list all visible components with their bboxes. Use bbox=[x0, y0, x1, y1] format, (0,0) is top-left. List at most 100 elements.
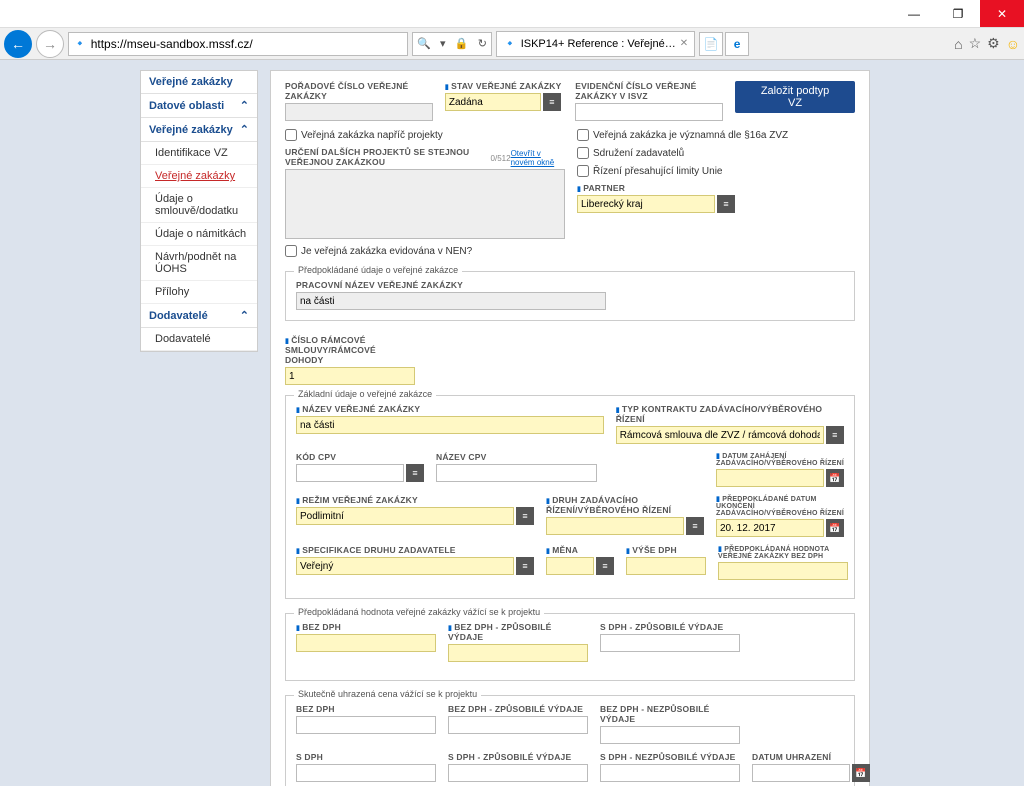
close-tab-icon[interactable]: ✕ bbox=[680, 38, 688, 49]
label-spec: SPECIFIKACE DRUHU ZADAVATELE bbox=[296, 545, 534, 555]
input-nazev-cpv[interactable] bbox=[436, 464, 597, 482]
chk-vyznamna[interactable] bbox=[577, 129, 589, 141]
label-sdph-nezp: S DPH - NEZPŮSOBILÉ VÝDAJE bbox=[600, 752, 740, 762]
sidebar-section-datove[interactable]: Datové oblasti⌃ bbox=[141, 94, 257, 118]
input-bezdph-zp[interactable] bbox=[448, 644, 588, 662]
lookup-typ-button[interactable]: ≡ bbox=[826, 426, 844, 444]
input-stav[interactable] bbox=[445, 93, 541, 111]
label-sdph: S DPH bbox=[296, 752, 436, 762]
label-partner: PARTNER bbox=[577, 183, 737, 193]
lookup-mena-button[interactable]: ≡ bbox=[596, 557, 614, 575]
input-vyse-dph[interactable] bbox=[626, 557, 706, 575]
lookup-stav-button[interactable]: ≡ bbox=[543, 93, 561, 111]
maximize-button[interactable]: ❐ bbox=[936, 0, 980, 27]
back-button[interactable]: ← bbox=[4, 30, 32, 58]
input-bezdph-nezp[interactable] bbox=[600, 726, 740, 744]
legend-predpoklad: Předpokládané údaje o veřejné zakázce bbox=[294, 265, 462, 275]
edge-button[interactable]: e bbox=[725, 32, 749, 56]
counter-urceni: 0/512 bbox=[491, 154, 511, 163]
input-bezdph[interactable] bbox=[296, 634, 436, 652]
legend-skutecne: Skutečně uhrazená cena vážící se k proje… bbox=[294, 689, 481, 699]
textarea-urceni[interactable] bbox=[285, 169, 565, 239]
input-bezdph2[interactable] bbox=[296, 716, 436, 734]
input-predp-datum[interactable] bbox=[716, 519, 824, 537]
input-kod-cpv[interactable] bbox=[296, 464, 404, 482]
legend-zakladni: Základní údaje o veřejné zakázce bbox=[294, 389, 436, 399]
chevron-up-icon: ⌃ bbox=[240, 99, 249, 112]
cal-predp-button[interactable]: 📅 bbox=[826, 519, 844, 537]
sidebar-item-identifikace[interactable]: Identifikace VZ bbox=[141, 142, 257, 165]
input-predp-hodnota[interactable] bbox=[718, 562, 848, 580]
fieldset-predpoklad: Předpokládané údaje o veřejné zakázce PR… bbox=[285, 271, 855, 321]
input-sdph-zp[interactable] bbox=[600, 634, 740, 652]
label-nazev-vz: NÁZEV VEŘEJNÉ ZAKÁZKY bbox=[296, 404, 604, 414]
input-ramc[interactable] bbox=[285, 367, 415, 385]
chk-nen[interactable] bbox=[285, 245, 297, 257]
input-partner[interactable] bbox=[577, 195, 715, 213]
input-poradove[interactable] bbox=[285, 103, 433, 121]
sidebar-item-verejne-zakazky[interactable]: Veřejné zakázky bbox=[141, 165, 257, 188]
main-content: POŘADOVÉ ČÍSLO VEŘEJNÉ ZAKÁZKY STAV VEŘE… bbox=[260, 60, 1024, 786]
sidebar-section-vz[interactable]: Veřejné zakázky bbox=[141, 71, 257, 94]
lookup-spec-button[interactable]: ≡ bbox=[516, 557, 534, 575]
forward-button[interactable]: → bbox=[36, 30, 64, 58]
input-datum-uhr[interactable] bbox=[752, 764, 850, 782]
chevron-up-icon: ⌃ bbox=[240, 123, 249, 136]
chk-napric[interactable] bbox=[285, 129, 297, 141]
star-icon[interactable]: ☆ bbox=[969, 35, 982, 52]
label-bezdph-nezp: BEZ DPH - NEZPŮSOBILÉ VÝDAJE bbox=[600, 704, 740, 724]
input-evid[interactable] bbox=[575, 103, 723, 121]
lookup-cpv-button[interactable]: ≡ bbox=[406, 464, 424, 482]
input-bezdph-zp2[interactable] bbox=[448, 716, 588, 734]
input-druh[interactable] bbox=[546, 517, 684, 535]
sidebar-item-dodavatele[interactable]: Dodavatelé bbox=[141, 328, 257, 351]
smile-icon[interactable]: ☺ bbox=[1006, 36, 1020, 52]
lock-icon: 🔒 bbox=[455, 37, 469, 50]
sidebar-item-namitky[interactable]: Údaje o námitkách bbox=[141, 223, 257, 246]
input-nazev-vz[interactable] bbox=[296, 416, 604, 434]
toolbar-right-icons: ⌂ ☆ ⚙ ☺ bbox=[954, 35, 1020, 52]
gear-icon[interactable]: ⚙ bbox=[987, 35, 1000, 52]
input-datum-zah[interactable] bbox=[716, 469, 824, 487]
browser-tab[interactable]: 🔹 ISKP14+ Reference : Veřejné… ✕ bbox=[496, 31, 695, 57]
lookup-rezim-button[interactable]: ≡ bbox=[516, 507, 534, 525]
label-kod-cpv: KÓD CPV bbox=[296, 452, 424, 462]
chk-sdruzeni[interactable] bbox=[577, 147, 589, 159]
search-box[interactable]: 🔍 ▾ 🔒 ↻ bbox=[412, 32, 492, 56]
lookup-druh-button[interactable]: ≡ bbox=[686, 517, 704, 535]
sidebar-item-uohs[interactable]: Návrh/podnět na ÚOHS bbox=[141, 246, 257, 281]
label-predp-hodnota: PŘEDPOKLÁDANÁ HODNOTA VEŘEJNÉ ZAKÁZKY BE… bbox=[718, 545, 848, 560]
search-icon: 🔍 bbox=[417, 37, 431, 50]
close-button[interactable]: ✕ bbox=[980, 0, 1024, 27]
window-titlebar: — ❐ ✕ bbox=[0, 0, 1024, 28]
input-typ-kontr[interactable] bbox=[616, 426, 824, 444]
submit-podtyp-button[interactable]: Založit podtyp VZ bbox=[735, 81, 855, 113]
cal-datum-zah-button[interactable]: 📅 bbox=[826, 469, 844, 487]
input-sdph-zp2[interactable] bbox=[448, 764, 588, 782]
sidebar-section-dodavatele[interactable]: Dodavatelé⌃ bbox=[141, 304, 257, 328]
new-tab-button[interactable]: 📄 bbox=[699, 32, 723, 56]
label-stav: STAV VEŘEJNÉ ZAKÁZKY bbox=[445, 81, 563, 91]
tab-favicon: 🔹 bbox=[503, 37, 517, 50]
home-icon[interactable]: ⌂ bbox=[954, 36, 962, 52]
input-sdph[interactable] bbox=[296, 764, 436, 782]
cal-uhr-button[interactable]: 📅 bbox=[852, 764, 870, 782]
lookup-partner-button[interactable]: ≡ bbox=[717, 195, 735, 213]
input-mena[interactable] bbox=[546, 557, 594, 575]
input-rezim[interactable] bbox=[296, 507, 514, 525]
sidebar-item-prilohy[interactable]: Přílohy bbox=[141, 281, 257, 304]
sidebar-section-vz2[interactable]: Veřejné zakázky⌃ bbox=[141, 118, 257, 142]
minimize-button[interactable]: — bbox=[892, 0, 936, 27]
label-nazev-cpv: NÁZEV CPV bbox=[436, 452, 597, 462]
chk-nen-label: Je veřejná zakázka evidována v NEN? bbox=[301, 246, 472, 257]
address-bar[interactable]: 🔹 https://mseu-sandbox.mssf.cz/ bbox=[68, 32, 408, 56]
input-spec[interactable] bbox=[296, 557, 514, 575]
sidebar-item-smlouva[interactable]: Údaje o smlouvě/dodatku bbox=[141, 188, 257, 223]
input-sdph-nezp[interactable] bbox=[600, 764, 740, 782]
open-new-link[interactable]: Otevřít v novém okně bbox=[511, 149, 565, 167]
input-prac-nazev[interactable] bbox=[296, 292, 606, 310]
chk-rizeni[interactable] bbox=[577, 165, 589, 177]
label-datum-uhr: DATUM UHRAZENÍ bbox=[752, 752, 870, 762]
label-prac-nazev: PRACOVNÍ NÁZEV VEŘEJNÉ ZAKÁZKY bbox=[296, 280, 606, 290]
sidebar: Veřejné zakázky Datové oblasti⌃ Veřejné … bbox=[0, 60, 260, 786]
